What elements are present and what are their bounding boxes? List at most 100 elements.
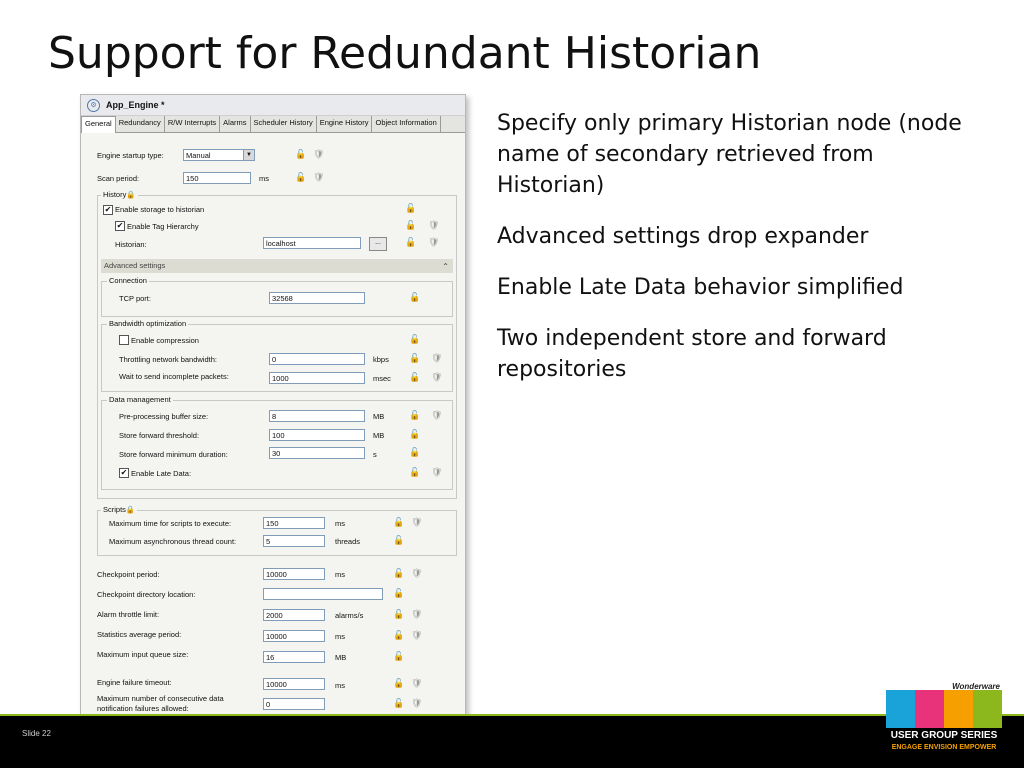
- engine-failure-unit: ms: [335, 681, 345, 690]
- lock-icon[interactable]: 🔓: [393, 651, 404, 662]
- enable-storage-checkbox[interactable]: ✔: [103, 205, 113, 215]
- tab-engine-history[interactable]: Engine History: [317, 116, 373, 132]
- logo-color-bands: [886, 690, 1002, 728]
- lock-icon[interactable]: 🔓: [393, 588, 404, 599]
- tab-alarms[interactable]: Alarms: [220, 116, 251, 132]
- engine-failure-label: Engine failure timeout:: [97, 678, 172, 687]
- shield-icon[interactable]: 🛡: [411, 698, 422, 709]
- lock-icon[interactable]: 🔓: [409, 429, 420, 440]
- enable-storage-label: Enable storage to historian: [115, 205, 205, 214]
- lock-icon[interactable]: 🔓: [409, 353, 420, 364]
- browse-button[interactable]: ...: [369, 237, 387, 251]
- shield-icon[interactable]: 🛡: [431, 410, 442, 421]
- startup-type-select[interactable]: Manual ▼: [183, 149, 255, 161]
- max-async-field[interactable]: 5: [263, 535, 325, 547]
- checkmark-icon: ✔: [120, 468, 128, 477]
- enable-tag-hierarchy-label: Enable Tag Hierarchy: [127, 222, 199, 231]
- tab-object-information[interactable]: Object Information: [372, 116, 441, 132]
- lock-icon[interactable]: 🔓: [393, 698, 404, 709]
- lock-icon[interactable]: 🔒: [126, 505, 135, 514]
- lock-icon[interactable]: 🔓: [409, 334, 420, 345]
- max-queue-field[interactable]: 16: [263, 651, 325, 663]
- lock-icon[interactable]: 🔓: [405, 237, 416, 248]
- lock-icon[interactable]: 🔓: [405, 220, 416, 231]
- tab-general[interactable]: General: [81, 116, 116, 133]
- alarm-throttle-label: Alarm throttle limit:: [97, 610, 160, 619]
- lock-icon[interactable]: 🔒: [126, 190, 135, 199]
- lock-icon[interactable]: 🔓: [295, 172, 306, 183]
- lock-icon[interactable]: 🔓: [409, 467, 420, 478]
- lock-icon[interactable]: 🔓: [393, 517, 404, 528]
- lock-icon[interactable]: 🔓: [393, 630, 404, 641]
- lock-icon[interactable]: 🔓: [393, 535, 404, 546]
- engine-failure-field[interactable]: 10000: [263, 678, 325, 690]
- sf-min-duration-unit: s: [373, 450, 377, 459]
- lock-icon[interactable]: 🔓: [405, 203, 416, 214]
- bandwidth-group-label: Bandwidth optimization: [107, 319, 189, 328]
- checkpoint-dir-field[interactable]: [263, 588, 383, 600]
- max-script-time-field[interactable]: 150: [263, 517, 325, 529]
- lock-icon[interactable]: 🔓: [409, 447, 420, 458]
- shield-icon[interactable]: 🛡: [411, 630, 422, 641]
- logo-tagline: ENGAGE ENVISION EMPOWER: [891, 744, 997, 751]
- engine-editor-panel: ⚙ App_Engine * General Redundancy R/W In…: [80, 94, 466, 722]
- stats-period-field[interactable]: 10000: [263, 630, 325, 642]
- tab-scheduler-history[interactable]: Scheduler History: [251, 116, 317, 132]
- advanced-settings-expander[interactable]: Advanced settings ⌃: [101, 259, 453, 273]
- enable-compression-checkbox[interactable]: [119, 335, 129, 345]
- shield-icon[interactable]: 🛡: [431, 467, 442, 478]
- max-queue-unit: MB: [335, 653, 347, 662]
- logo-name: USER GROUP SERIES: [890, 730, 998, 741]
- lock-icon[interactable]: 🔓: [409, 410, 420, 421]
- tab-redundancy[interactable]: Redundancy: [116, 116, 165, 132]
- lock-icon[interactable]: 🔓: [393, 678, 404, 689]
- tcp-port-field[interactable]: 32568: [269, 292, 365, 304]
- shield-icon[interactable]: 🛡: [313, 149, 324, 160]
- bullet-list: Specify only primary Historian node (nod…: [497, 108, 977, 405]
- shield-icon[interactable]: 🛡: [431, 353, 442, 364]
- sf-min-duration-field[interactable]: 30: [269, 447, 365, 459]
- history-group-label: History🔒: [101, 190, 138, 199]
- preproc-buffer-field[interactable]: 8: [269, 410, 365, 422]
- wait-send-label: Wait to send incomplete packets:: [119, 372, 229, 381]
- shield-icon[interactable]: 🛡: [411, 517, 422, 528]
- enable-late-data-checkbox[interactable]: ✔: [119, 468, 129, 478]
- scan-period-label: Scan period:: [97, 174, 140, 183]
- lock-icon[interactable]: 🔓: [295, 149, 306, 160]
- shield-icon[interactable]: 🛡: [428, 237, 439, 248]
- max-consecutive-label-1: Maximum number of consecutive data: [97, 694, 224, 703]
- footer-bar: [0, 716, 1024, 768]
- alarm-throttle-field[interactable]: 2000: [263, 609, 325, 621]
- throttling-unit: kbps: [373, 355, 389, 364]
- sf-threshold-unit: MB: [373, 431, 385, 440]
- lock-icon[interactable]: 🔓: [393, 568, 404, 579]
- historian-field[interactable]: localhost: [263, 237, 361, 249]
- alarm-throttle-unit: alarms/s: [335, 611, 364, 620]
- stats-period-unit: ms: [335, 632, 345, 641]
- bullet-item: Two independent store and forward reposi…: [497, 326, 887, 382]
- max-consecutive-field[interactable]: 0: [263, 698, 325, 710]
- max-queue-label: Maximum input queue size:: [97, 650, 189, 659]
- sf-threshold-label: Store forward threshold:: [119, 431, 200, 440]
- lock-icon[interactable]: 🔓: [393, 609, 404, 620]
- enable-tag-hierarchy-checkbox[interactable]: ✔: [115, 221, 125, 231]
- throttling-field[interactable]: 0: [269, 353, 365, 365]
- lock-icon[interactable]: 🔓: [409, 372, 420, 383]
- preproc-buffer-label: Pre-processing buffer size:: [119, 412, 209, 421]
- shield-icon[interactable]: 🛡: [411, 568, 422, 579]
- collapse-icon[interactable]: ⌃: [442, 260, 449, 274]
- preproc-buffer-unit: MB: [373, 412, 385, 421]
- lock-icon[interactable]: 🔓: [409, 292, 420, 303]
- shield-icon[interactable]: 🛡: [411, 609, 422, 620]
- sf-threshold-field[interactable]: 100: [269, 429, 365, 441]
- scan-period-field[interactable]: 150: [183, 172, 251, 184]
- user-group-series-logo: Wonderware USER GROUP SERIES ENGAGE ENVI…: [882, 682, 1006, 762]
- shield-icon[interactable]: 🛡: [411, 678, 422, 689]
- checkpoint-period-field[interactable]: 10000: [263, 568, 325, 580]
- wait-send-field[interactable]: 1000: [269, 372, 365, 384]
- shield-icon[interactable]: 🛡: [431, 372, 442, 383]
- tab-rw-interrupts[interactable]: R/W Interrupts: [165, 116, 221, 132]
- editor-tabs: General Redundancy R/W Interrupts Alarms…: [81, 116, 465, 133]
- shield-icon[interactable]: 🛡: [428, 220, 439, 231]
- shield-icon[interactable]: 🛡: [313, 172, 324, 183]
